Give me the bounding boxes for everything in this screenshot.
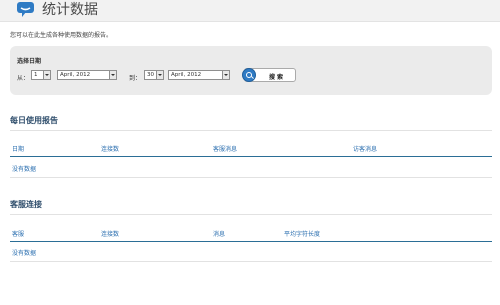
chevron-down-icon bbox=[156, 71, 163, 79]
section-divider bbox=[10, 130, 492, 131]
table-header-rule bbox=[10, 241, 492, 242]
section-divider bbox=[10, 214, 492, 215]
column-header-agent[interactable]: 客服 bbox=[12, 229, 24, 238]
agent-connections-title: 客服连接 bbox=[10, 200, 42, 209]
chevron-down-icon bbox=[109, 71, 116, 79]
from-month-select[interactable]: April, 2012 bbox=[57, 70, 117, 80]
from-day-select[interactable]: 1 bbox=[31, 70, 51, 80]
column-header-connections[interactable]: 连接数 bbox=[101, 144, 119, 153]
date-filter-panel: 选择日期 从： 1 April, 2012 到： 30 April, 2012 … bbox=[10, 46, 492, 95]
from-day-value: 1 bbox=[34, 72, 38, 78]
to-month-value: April, 2012 bbox=[171, 72, 202, 78]
header-bar: 统计数据 bbox=[0, 0, 500, 22]
table-bottom-rule bbox=[10, 261, 492, 262]
column-header-visitor-messages[interactable]: 访客消息 bbox=[353, 144, 377, 153]
to-label: 到： bbox=[129, 75, 142, 82]
search-button[interactable]: 搜 索 bbox=[242, 68, 296, 82]
chevron-down-icon bbox=[43, 71, 50, 79]
to-month-select[interactable]: April, 2012 bbox=[168, 70, 230, 80]
page-title: 统计数据 bbox=[42, 2, 98, 18]
from-month-value: April, 2012 bbox=[60, 72, 91, 78]
to-day-select[interactable]: 30 bbox=[144, 70, 164, 80]
page-description: 您可以在此生成各种使用数据的报告。 bbox=[10, 32, 113, 39]
empty-table-text: 没有数据 bbox=[12, 166, 37, 173]
column-header-messages[interactable]: 消息 bbox=[213, 229, 225, 238]
table-header-rule bbox=[10, 156, 492, 157]
speech-bubble-icon bbox=[16, 1, 35, 18]
search-button-label: 搜 索 bbox=[268, 74, 284, 81]
chevron-down-icon bbox=[222, 71, 229, 79]
column-header-agent-messages[interactable]: 客服消息 bbox=[213, 144, 237, 153]
date-filter-title: 选择日期 bbox=[17, 58, 42, 65]
from-label: 从： bbox=[17, 75, 30, 82]
table-bottom-rule bbox=[10, 177, 492, 178]
column-header-connections[interactable]: 连接数 bbox=[101, 229, 119, 238]
daily-usage-title: 每日使用报告 bbox=[10, 116, 58, 125]
column-header-date[interactable]: 日期 bbox=[12, 144, 24, 153]
empty-table-text: 没有数据 bbox=[12, 250, 37, 257]
to-day-value: 30 bbox=[147, 72, 154, 78]
search-icon bbox=[242, 68, 256, 82]
column-header-avg-length[interactable]: 平均字符长度 bbox=[284, 229, 320, 238]
